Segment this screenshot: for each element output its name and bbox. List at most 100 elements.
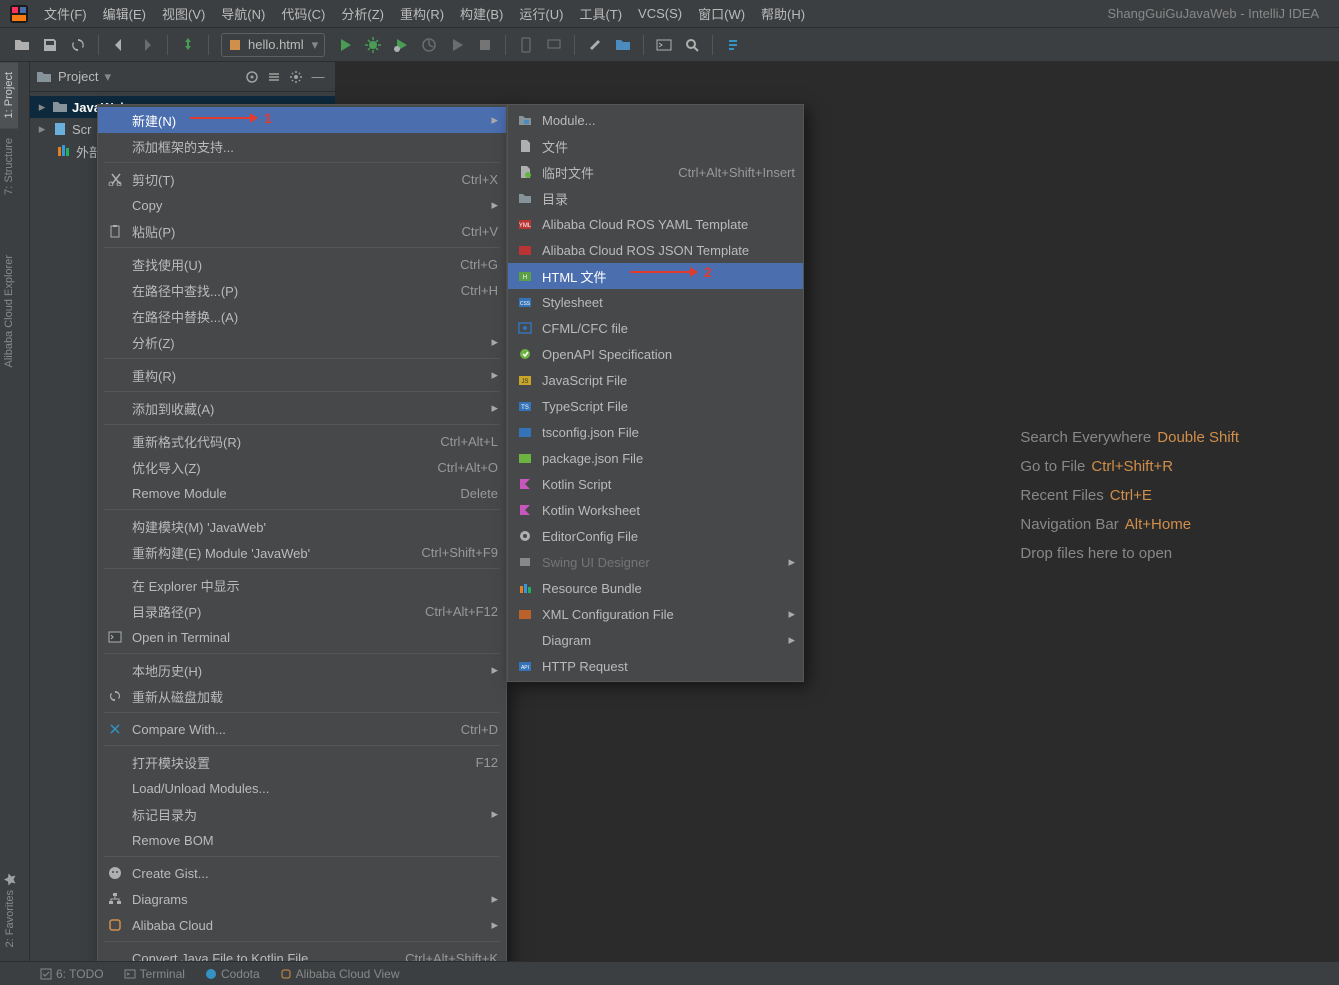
menu-file[interactable]: 文件(F) xyxy=(36,1,95,26)
menu-build[interactable]: 构建(B) xyxy=(452,1,511,26)
expand-arrow-icon[interactable]: ▸ xyxy=(36,121,48,137)
menu-item[interactable]: OpenAPI Specification xyxy=(508,341,803,367)
menu-item[interactable]: Resource Bundle xyxy=(508,575,803,601)
menu-item[interactable]: 在 Explorer 中显示 xyxy=(98,572,506,598)
menu-item[interactable]: XML Configuration File▸ xyxy=(508,601,803,627)
menu-item[interactable]: Create Gist... xyxy=(98,860,506,886)
chevron-down-icon[interactable]: ▾ xyxy=(104,69,111,85)
gutter-structure[interactable]: 7: Structure xyxy=(0,128,18,205)
menu-item[interactable]: YMLAlibaba Cloud ROS YAML Template xyxy=(508,211,803,237)
menu-item[interactable]: CFML/CFC file xyxy=(508,315,803,341)
profile-button[interactable] xyxy=(418,34,440,56)
menu-item[interactable]: 重新格式化代码(R)Ctrl+Alt+L xyxy=(98,428,506,454)
menu-item[interactable]: Diagram▸ xyxy=(508,627,803,653)
search-button[interactable] xyxy=(681,34,703,56)
run-anything-button[interactable] xyxy=(653,34,675,56)
menu-item[interactable]: Diagrams▸ xyxy=(98,886,506,912)
menu-item[interactable]: 打开模块设置F12 xyxy=(98,749,506,775)
menu-item[interactable]: 添加框架的支持... xyxy=(98,133,506,159)
menu-item[interactable]: Copy▸ xyxy=(98,192,506,218)
menu-item[interactable]: JSJavaScript File xyxy=(508,367,803,393)
menu-item[interactable]: Compare With...Ctrl+D xyxy=(98,716,506,742)
menu-item[interactable]: 粘贴(P)Ctrl+V xyxy=(98,218,506,244)
menu-item[interactable]: 标记目录为▸ xyxy=(98,801,506,827)
menu-navigate[interactable]: 导航(N) xyxy=(213,1,273,26)
menu-item[interactable]: Open in Terminal xyxy=(98,624,506,650)
menu-item[interactable]: Remove ModuleDelete xyxy=(98,480,506,506)
menu-item[interactable]: Kotlin Worksheet xyxy=(508,497,803,523)
menu-tools[interactable]: 工具(T) xyxy=(571,1,630,26)
menu-item[interactable]: Alibaba Cloud▸ xyxy=(98,912,506,938)
settings-gear-button[interactable] xyxy=(285,66,307,88)
menu-item[interactable]: CSSStylesheet xyxy=(508,289,803,315)
menu-item[interactable]: 目录路径(P)Ctrl+Alt+F12 xyxy=(98,598,506,624)
build-button[interactable] xyxy=(177,34,199,56)
menu-item[interactable]: 查找使用(U)Ctrl+G xyxy=(98,251,506,277)
menu-code[interactable]: 代码(C) xyxy=(273,1,333,26)
menu-window[interactable]: 窗口(W) xyxy=(690,1,753,26)
menu-item[interactable]: 本地历史(H)▸ xyxy=(98,657,506,683)
settings-button[interactable] xyxy=(584,34,606,56)
menu-item[interactable]: 重新从磁盘加载 xyxy=(98,683,506,709)
back-button[interactable] xyxy=(108,34,130,56)
select-opened-file-button[interactable] xyxy=(241,66,263,88)
menu-item[interactable]: Swing UI Designer▸ xyxy=(508,549,803,575)
menu-item[interactable]: TSTypeScript File xyxy=(508,393,803,419)
menu-item[interactable]: 在路径中查找...(P)Ctrl+H xyxy=(98,277,506,303)
code-with-me-button[interactable] xyxy=(722,34,744,56)
context-menu-new[interactable]: Module...文件临时文件Ctrl+Alt+Shift+Insert目录YM… xyxy=(507,104,804,682)
run-button[interactable] xyxy=(334,34,356,56)
save-button[interactable] xyxy=(39,34,61,56)
menu-item[interactable]: 目录 xyxy=(508,185,803,211)
gutter-alibaba[interactable]: Alibaba Cloud Explorer xyxy=(0,245,18,378)
menu-edit[interactable]: 编辑(E) xyxy=(95,1,154,26)
menu-help[interactable]: 帮助(H) xyxy=(753,1,813,26)
menu-analyze[interactable]: 分析(Z) xyxy=(333,1,392,26)
menu-item[interactable]: tsconfig.json File xyxy=(508,419,803,445)
menu-view[interactable]: 视图(V) xyxy=(154,1,213,26)
menu-item[interactable]: 构建模块(M) 'JavaWeb' xyxy=(98,513,506,539)
gutter-favorites[interactable]: 2: Favorites xyxy=(0,862,20,957)
menu-item[interactable]: Load/Unload Modules... xyxy=(98,775,506,801)
sync-button[interactable] xyxy=(67,34,89,56)
menu-item[interactable]: Module... xyxy=(508,107,803,133)
gutter-project[interactable]: 1: Project xyxy=(0,62,18,128)
hide-button[interactable]: — xyxy=(307,66,329,88)
coverage-button[interactable] xyxy=(390,34,412,56)
menu-refactor[interactable]: 重构(R) xyxy=(392,1,452,26)
status-todo[interactable]: 6: TODO xyxy=(40,967,104,981)
menu-item[interactable]: 剪切(T)Ctrl+X xyxy=(98,166,506,192)
stop-button[interactable] xyxy=(474,34,496,56)
menu-item[interactable]: 重新构建(E) Module 'JavaWeb'Ctrl+Shift+F9 xyxy=(98,539,506,565)
status-alibaba-view[interactable]: Alibaba Cloud View xyxy=(280,967,400,981)
menu-item[interactable]: 文件 xyxy=(508,133,803,159)
context-menu-primary[interactable]: 新建(N)▸添加框架的支持... 剪切(T)Ctrl+XCopy▸粘贴(P)Ctr… xyxy=(97,104,507,974)
avd-button[interactable] xyxy=(543,34,565,56)
menu-item[interactable]: Remove BOM xyxy=(98,827,506,853)
status-terminal[interactable]: Terminal xyxy=(124,967,185,981)
open-button[interactable] xyxy=(11,34,33,56)
menu-item[interactable]: 重构(R)▸ xyxy=(98,362,506,388)
project-structure-button[interactable] xyxy=(612,34,634,56)
status-codota[interactable]: Codota xyxy=(205,967,260,981)
menu-item[interactable]: 添加到收藏(A)▸ xyxy=(98,395,506,421)
menu-item[interactable]: Kotlin Script xyxy=(508,471,803,497)
expand-arrow-icon[interactable]: ▸ xyxy=(36,99,48,115)
menu-item[interactable]: EditorConfig File xyxy=(508,523,803,549)
menu-item[interactable]: APIHTTP Request xyxy=(508,653,803,679)
expand-all-button[interactable] xyxy=(263,66,285,88)
menu-item[interactable]: 分析(Z)▸ xyxy=(98,329,506,355)
menu-item[interactable]: 优化导入(Z)Ctrl+Alt+O xyxy=(98,454,506,480)
attach-button[interactable] xyxy=(446,34,468,56)
menu-item[interactable]: package.json File xyxy=(508,445,803,471)
debug-button[interactable] xyxy=(362,34,384,56)
run-config-selector[interactable]: hello.html ▾ xyxy=(221,33,325,57)
forward-button[interactable] xyxy=(136,34,158,56)
menu-item[interactable]: Alibaba Cloud ROS JSON Template xyxy=(508,237,803,263)
menu-item[interactable]: 在路径中替换...(A) xyxy=(98,303,506,329)
menu-item[interactable]: 新建(N)▸ xyxy=(98,107,506,133)
device-button[interactable] xyxy=(515,34,537,56)
menu-run[interactable]: 运行(U) xyxy=(511,1,571,26)
menu-item[interactable]: HHTML 文件 xyxy=(508,263,803,289)
menu-item[interactable]: 临时文件Ctrl+Alt+Shift+Insert xyxy=(508,159,803,185)
